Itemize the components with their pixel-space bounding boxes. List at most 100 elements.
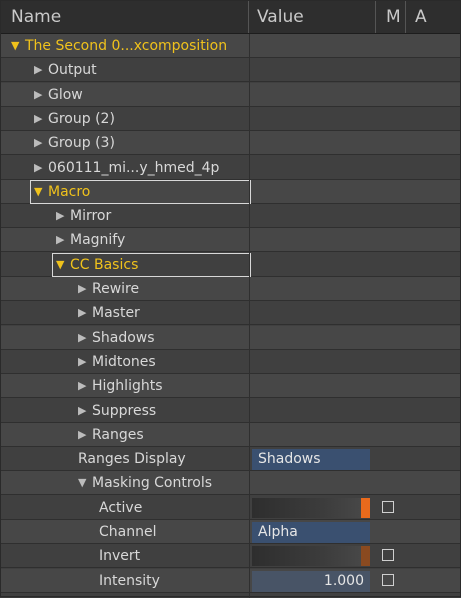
tree-row[interactable]: ▼ CC Basics xyxy=(1,253,460,277)
tree-row[interactable]: ▶ Rewire xyxy=(1,277,460,301)
tree-row[interactable]: ▶ Master xyxy=(1,301,460,325)
tree-row[interactable]: ▼ The Second 0...xcomposition xyxy=(1,34,460,58)
tree-row[interactable]: Active xyxy=(1,496,460,520)
value-column-header[interactable]: Value xyxy=(257,1,304,33)
row-label: Group (3) xyxy=(48,135,115,151)
tree-row[interactable]: ▶ 060111_mi...y_hmed_4p xyxy=(1,156,460,180)
tree-row[interactable]: Channel Alpha xyxy=(1,520,460,544)
name-column-header[interactable]: Name xyxy=(11,1,61,33)
tree-row[interactable]: ▶ Suppress xyxy=(1,399,460,423)
row-label: Channel xyxy=(99,524,157,540)
row-name[interactable]: ▶ Highlights xyxy=(78,374,163,398)
tree-row[interactable]: ▶ Glow xyxy=(1,83,460,107)
row-name[interactable]: ▶ 060111_mi...y_hmed_4p xyxy=(34,156,219,180)
collapsed-triangle-icon[interactable]: ▶ xyxy=(78,399,92,423)
tree-row[interactable]: ▶ Ranges xyxy=(1,423,460,447)
row-label: Intensity xyxy=(99,573,160,589)
collapsed-triangle-icon[interactable]: ▶ xyxy=(34,83,48,107)
row-name[interactable]: ▶ Suppress xyxy=(78,399,156,423)
row-name[interactable]: Ranges Display xyxy=(78,447,186,471)
expanded-triangle-icon[interactable]: ▼ xyxy=(34,180,48,204)
expanded-triangle-icon[interactable]: ▼ xyxy=(78,471,92,495)
row-name[interactable]: ▶ Ranges xyxy=(78,423,144,447)
collapsed-triangle-icon[interactable]: ▶ xyxy=(34,131,48,155)
value-column-separator xyxy=(249,34,250,598)
value-number-field[interactable]: 1.000 xyxy=(252,571,370,592)
row-name[interactable]: ▶ Rewire xyxy=(78,277,139,301)
row-label: Highlights xyxy=(92,378,163,394)
tree-row[interactable]: Intensity 1.000 xyxy=(1,569,460,593)
row-label: Magnify xyxy=(70,232,126,248)
row-name[interactable]: Invert xyxy=(99,544,140,568)
row-label: Invert xyxy=(99,548,141,564)
row-label: Ranges xyxy=(92,427,144,443)
column-divider[interactable] xyxy=(248,1,249,33)
expanded-triangle-icon[interactable]: ▼ xyxy=(56,253,70,277)
slider-handle[interactable] xyxy=(361,498,370,518)
row-name[interactable]: ▶ Mirror xyxy=(56,204,111,228)
collapsed-triangle-icon[interactable]: ▶ xyxy=(78,350,92,374)
animate-checkbox[interactable] xyxy=(382,574,394,586)
row-label: Active xyxy=(99,500,143,516)
row-name[interactable]: Channel xyxy=(99,520,156,544)
tree-row[interactable]: ▶ Output xyxy=(1,58,460,82)
row-label: Ranges Display xyxy=(78,451,186,467)
tree-row[interactable]: ▶ Group (2) xyxy=(1,107,460,131)
tree-row[interactable]: ▶ Highlights xyxy=(1,374,460,398)
row-name[interactable]: ▶ Group (2) xyxy=(34,107,115,131)
row-name[interactable]: ▶ Midtones xyxy=(78,350,156,374)
tree-row[interactable]: ▼ Masking Controls xyxy=(1,471,460,495)
a-column-header[interactable]: A xyxy=(415,1,427,33)
collapsed-triangle-icon[interactable]: ▶ xyxy=(78,326,92,350)
collapsed-triangle-icon[interactable]: ▶ xyxy=(34,58,48,82)
collapsed-triangle-icon[interactable]: ▶ xyxy=(56,228,70,252)
column-divider[interactable] xyxy=(375,1,376,33)
animate-checkbox[interactable] xyxy=(382,501,394,513)
row-label: Group (2) xyxy=(48,111,115,127)
row-name[interactable]: ▼ Macro xyxy=(34,180,90,204)
row-name[interactable]: ▶ Magnify xyxy=(56,228,125,252)
row-label: Midtones xyxy=(92,354,156,370)
m-column-header[interactable]: M xyxy=(386,1,401,33)
row-name[interactable]: ▶ Shadows xyxy=(78,326,155,350)
collapsed-triangle-icon[interactable]: ▶ xyxy=(78,301,92,325)
collapsed-triangle-icon[interactable]: ▶ xyxy=(34,156,48,180)
row-label: The Second 0...xcomposition xyxy=(25,38,228,54)
collapsed-triangle-icon[interactable]: ▶ xyxy=(34,107,48,131)
row-name[interactable]: ▶ Master xyxy=(78,301,140,325)
row-label: 060111_mi...y_hmed_4p xyxy=(48,160,220,176)
tree-row[interactable]: ▶ Group (3) xyxy=(1,131,460,155)
row-name[interactable]: ▼ Masking Controls xyxy=(78,471,212,495)
row-label: Output xyxy=(48,62,97,78)
row-label: Macro xyxy=(48,184,91,200)
collapsed-triangle-icon[interactable]: ▶ xyxy=(56,204,70,228)
tree-row[interactable]: ▶ Mirror xyxy=(1,204,460,228)
expanded-triangle-icon[interactable]: ▼ xyxy=(11,34,25,58)
row-name[interactable]: ▼ CC Basics xyxy=(56,253,138,277)
tree-row[interactable]: Invert xyxy=(1,544,460,568)
value-dropdown[interactable]: Shadows xyxy=(252,449,370,470)
row-name[interactable]: ▶ Group (3) xyxy=(34,131,115,155)
value-dropdown[interactable]: Alpha xyxy=(252,522,370,543)
row-name[interactable]: ▶ Glow xyxy=(34,83,83,107)
column-header: Name Value M A xyxy=(1,1,460,34)
collapsed-triangle-icon[interactable]: ▶ xyxy=(78,374,92,398)
row-label: Suppress xyxy=(92,403,157,419)
collapsed-triangle-icon[interactable]: ▶ xyxy=(78,423,92,447)
slider-handle[interactable] xyxy=(361,546,370,566)
tree-row[interactable]: ▶ Midtones xyxy=(1,350,460,374)
row-name[interactable]: Intensity xyxy=(99,569,160,593)
value-slider[interactable] xyxy=(252,498,370,518)
row-name[interactable]: ▶ Output xyxy=(34,58,97,82)
row-label: CC Basics xyxy=(70,257,139,273)
row-name[interactable]: ▼ The Second 0...xcomposition xyxy=(11,34,227,58)
value-slider[interactable] xyxy=(252,546,370,566)
column-divider[interactable] xyxy=(405,1,406,33)
collapsed-triangle-icon[interactable]: ▶ xyxy=(78,277,92,301)
animate-checkbox[interactable] xyxy=(382,549,394,561)
tree-row[interactable]: ▼ Macro xyxy=(1,180,460,204)
tree-row[interactable]: Ranges Display Shadows xyxy=(1,447,460,471)
tree-row[interactable]: ▶ Shadows xyxy=(1,326,460,350)
row-name[interactable]: Active xyxy=(99,496,142,520)
tree-row[interactable]: ▶ Magnify xyxy=(1,228,460,252)
